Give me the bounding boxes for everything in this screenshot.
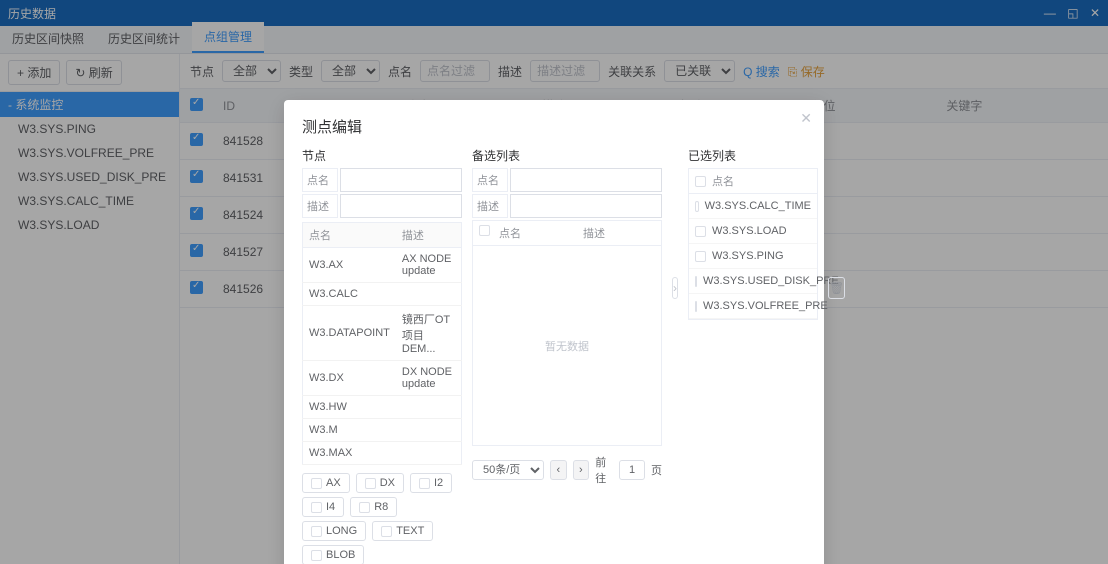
trash-icon[interactable]: 🗑 (828, 277, 845, 299)
candidate-empty: 暂无数据 (472, 246, 662, 446)
cand-goto-input[interactable] (619, 460, 645, 480)
dialog-close-icon[interactable]: ✕ (800, 110, 812, 127)
node-row[interactable]: W3.MAX (303, 442, 462, 465)
cand-name-input[interactable] (510, 168, 662, 192)
candidate-pager: 50条/页 ‹ › 前往 页 (472, 454, 662, 486)
node-name-input[interactable] (340, 168, 462, 192)
node-row[interactable]: W3.DXDX NODE update (303, 361, 462, 396)
node-row[interactable]: W3.M (303, 419, 462, 442)
type-check[interactable]: I2 (410, 473, 452, 493)
selected-item[interactable]: W3.SYS.LOAD (689, 219, 817, 244)
selected-item[interactable]: W3.SYS.VOLFREE_PRE (689, 294, 817, 319)
type-check[interactable]: TEXT (372, 521, 433, 541)
cand-desc-input[interactable] (510, 194, 662, 218)
pd-label: 描述 (302, 194, 338, 218)
type-check[interactable]: DX (356, 473, 404, 493)
candidate-section-title: 备选列表 (472, 147, 662, 164)
dialog-title: 测点编辑 (302, 116, 806, 137)
move-right-icon[interactable]: › (672, 277, 678, 299)
cand-prev[interactable]: ‹ (550, 460, 567, 480)
node-section-title: 节点 (302, 147, 462, 164)
cand-pd-label: 描述 (472, 194, 508, 218)
cand-pn-label: 点名 (472, 168, 508, 192)
cand-next[interactable]: › (573, 460, 590, 480)
node-row[interactable]: W3.DATAPOINT镜西厂OT项目DEM... (303, 306, 462, 361)
candidate-header: 点名 描述 (472, 220, 662, 246)
type-check[interactable]: R8 (350, 497, 397, 517)
node-desc-input[interactable] (340, 194, 462, 218)
selected-item[interactable]: W3.SYS.USED_DISK_PRE (689, 269, 817, 294)
pn-label: 点名 (302, 168, 338, 192)
dialog: ✕ 测点编辑 节点 点名 描述 点名描述 W3.AXAX NODE update… (284, 100, 824, 564)
type-check[interactable]: AX (302, 473, 350, 493)
selected-list: 点名 W3.SYS.CALC_TIMEW3.SYS.LOADW3.SYS.PIN… (688, 168, 818, 320)
node-table: 点名描述 W3.AXAX NODE updateW3.CALCW3.DATAPO… (302, 222, 462, 465)
node-row[interactable]: W3.AXAX NODE update (303, 248, 462, 283)
type-check[interactable]: I4 (302, 497, 344, 517)
type-check[interactable]: LONG (302, 521, 366, 541)
selected-section-title: 已选列表 (688, 147, 818, 164)
node-row[interactable]: W3.CALC (303, 283, 462, 306)
node-th-name: 点名 (303, 223, 396, 248)
node-th-desc: 描述 (396, 223, 462, 248)
selected-item[interactable]: W3.SYS.PING (689, 244, 817, 269)
cand-pagesize[interactable]: 50条/页 (472, 460, 544, 480)
modal-mask: ✕ 测点编辑 节点 点名 描述 点名描述 W3.AXAX NODE update… (0, 0, 1108, 564)
type-check[interactable]: BLOB (302, 545, 364, 564)
node-row[interactable]: W3.HW (303, 396, 462, 419)
selected-item[interactable]: W3.SYS.CALC_TIME (689, 194, 817, 219)
